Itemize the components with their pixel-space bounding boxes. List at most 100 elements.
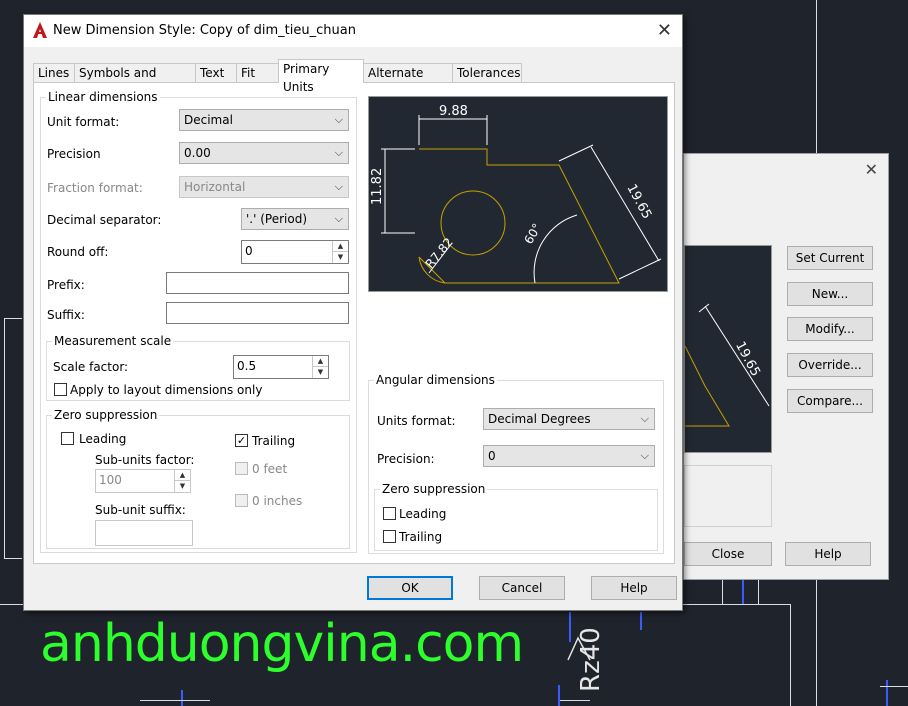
zero-suppression-title: Zero suppression — [52, 408, 160, 422]
tab-text[interactable]: Text — [195, 63, 237, 83]
preview-dim-angle: 60° — [521, 221, 544, 246]
preview-dim-left: 11.82 — [370, 168, 385, 205]
apply-layout-checkbox[interactable] — [54, 383, 67, 396]
chevron-down-icon: ⌵ — [334, 180, 343, 193]
zero-inches-checkbox — [235, 494, 248, 507]
preview-drawing: 9.88 11.82 19.65 R7.82 60° — [370, 104, 662, 284]
angular-leading-checkbox[interactable] — [383, 507, 396, 520]
decimal-separator-select[interactable]: '.' (Period) ⌵ — [241, 208, 349, 230]
sub-units-factor-value: 100 — [99, 473, 122, 487]
spin-up-icon[interactable]: ▲ — [313, 356, 328, 367]
tab-lines[interactable]: Lines — [33, 63, 75, 83]
dimension-style-manager-dialog: ✕ 19.65 Set Current New... Modify... Ove… — [683, 153, 889, 580]
autocad-logo-icon — [33, 22, 47, 38]
angular-zero-suppression-group: Zero suppression Leading Trailing — [374, 482, 658, 551]
new-style-button[interactable]: New... — [787, 282, 873, 306]
description-box — [684, 465, 772, 527]
fraction-format-label: Fraction format: — [47, 181, 143, 195]
help-button[interactable]: Help — [591, 576, 677, 600]
round-off-label: Round off: — [47, 245, 109, 259]
style-preview: 19.65 — [684, 245, 772, 453]
close-button[interactable]: Close — [684, 542, 772, 566]
linear-dimensions-title: Linear dimensions — [46, 90, 160, 104]
angular-trailing-checkbox[interactable] — [383, 530, 396, 543]
chevron-down-icon: ⌵ — [334, 113, 343, 126]
decimal-separator-value: '.' (Period) — [246, 212, 308, 226]
angular-dimensions-title: Angular dimensions — [374, 373, 497, 387]
tab-symbols-arrows[interactable]: Symbols and Arrows — [74, 63, 196, 98]
spin-up-icon[interactable]: ▲ — [333, 241, 348, 252]
round-off-spinner[interactable]: ▲ ▼ — [332, 241, 348, 263]
angular-zero-suppression-title: Zero suppression — [380, 482, 488, 496]
sub-unit-suffix-input — [95, 520, 193, 546]
sub-units-spinner: ▲ ▼ — [174, 470, 190, 492]
measurement-scale-group: Measurement scale Scale factor: 0.5 ▲ ▼ A… — [46, 334, 350, 401]
angular-units-value: Decimal Degrees — [488, 412, 591, 426]
tab-fit[interactable]: Fit — [236, 63, 279, 83]
round-off-value: 0 — [245, 244, 253, 258]
trailing-label: Trailing — [252, 434, 296, 448]
trailing-checkbox[interactable]: ✓ — [235, 434, 248, 447]
dimension-preview: 9.88 11.82 19.65 R7.82 60° — [368, 96, 668, 292]
tab-primary-units[interactable]: Primary Units — [278, 59, 364, 94]
chevron-down-icon: ⌵ — [640, 449, 649, 462]
leading-checkbox[interactable] — [61, 432, 74, 445]
preview-dim-right: 19.65 — [623, 182, 654, 222]
modify-button[interactable]: Modify... — [787, 317, 873, 341]
fraction-format-value: Horizontal — [184, 180, 246, 194]
title-bar[interactable]: New Dimension Style: Copy of dim_tieu_ch… — [24, 15, 682, 47]
chevron-down-icon: ⌵ — [334, 146, 343, 159]
spin-down-icon[interactable]: ▼ — [333, 252, 348, 263]
scale-factor-spinner[interactable]: ▲ ▼ — [312, 356, 328, 378]
chevron-down-icon: ⌵ — [640, 412, 649, 425]
fraction-format-select: Horizontal ⌵ — [179, 176, 349, 198]
linear-zero-suppression-group: Zero suppression Leading Sub-units facto… — [46, 408, 350, 549]
prefix-label: Prefix: — [47, 278, 85, 292]
override-button[interactable]: Override... — [787, 353, 873, 377]
scale-factor-label: Scale factor: — [53, 360, 129, 374]
angular-units-select[interactable]: Decimal Degrees ⌵ — [483, 408, 655, 430]
preview-dim-top: 9.88 — [439, 104, 468, 119]
spin-down-icon[interactable]: ▼ — [313, 367, 328, 378]
precision-select[interactable]: 0.00 ⌵ — [179, 142, 349, 164]
apply-layout-label: Apply to layout dimensions only — [70, 383, 263, 397]
prefix-input[interactable] — [166, 272, 349, 294]
unit-format-select[interactable]: Decimal ⌵ — [179, 109, 349, 131]
ok-button[interactable]: OK — [367, 576, 453, 600]
cancel-button[interactable]: Cancel — [479, 576, 565, 600]
watermark-text: anhduongvina.com — [40, 614, 524, 674]
decimal-separator-label: Decimal separator: — [47, 213, 162, 227]
spin-up-icon: ▲ — [175, 470, 190, 481]
angular-trailing-label: Trailing — [399, 530, 443, 544]
precision-value: 0.00 — [184, 146, 211, 160]
set-current-button[interactable]: Set Current — [787, 246, 873, 270]
angular-precision-label: Precision: — [377, 452, 435, 466]
linear-dimensions-group: Linear dimensions Unit format: Decimal ⌵… — [40, 90, 357, 553]
manager-help-button[interactable]: Help — [785, 542, 871, 566]
primary-units-panel: Linear dimensions Unit format: Decimal ⌵… — [33, 82, 675, 564]
zero-feet-label: 0 feet — [252, 462, 288, 476]
close-icon[interactable]: ✕ — [865, 160, 878, 179]
angular-precision-select[interactable]: 0 ⌵ — [483, 445, 655, 467]
roughness-symbol — [567, 636, 591, 661]
tab-alternate-units[interactable]: Alternate Units — [363, 63, 453, 98]
suffix-label: Suffix: — [47, 308, 85, 322]
spin-down-icon: ▼ — [179, 482, 186, 490]
round-off-input[interactable]: 0 ▲ ▼ — [241, 240, 349, 264]
preview-dim-label: 19.65 — [732, 339, 763, 379]
sub-units-factor-input: 100 ▲ ▼ — [95, 469, 191, 493]
preview-dim-radius: R7.82 — [423, 235, 456, 271]
unit-format-value: Decimal — [184, 113, 233, 127]
angular-precision-value: 0 — [488, 449, 496, 463]
new-dimension-style-dialog: New Dimension Style: Copy of dim_tieu_ch… — [23, 14, 683, 611]
suffix-input[interactable] — [166, 302, 349, 324]
zero-inches-label: 0 inches — [252, 494, 303, 508]
close-icon[interactable]: ✕ — [657, 20, 672, 41]
unit-format-label: Unit format: — [47, 115, 120, 129]
sub-unit-suffix-label: Sub-unit suffix: — [95, 503, 186, 517]
scale-factor-input[interactable]: 0.5 ▲ ▼ — [233, 355, 329, 379]
measurement-scale-title: Measurement scale — [52, 334, 174, 348]
tab-tolerances[interactable]: Tolerances — [452, 63, 522, 83]
chevron-down-icon: ⌵ — [334, 212, 343, 225]
compare-button[interactable]: Compare... — [787, 389, 873, 413]
